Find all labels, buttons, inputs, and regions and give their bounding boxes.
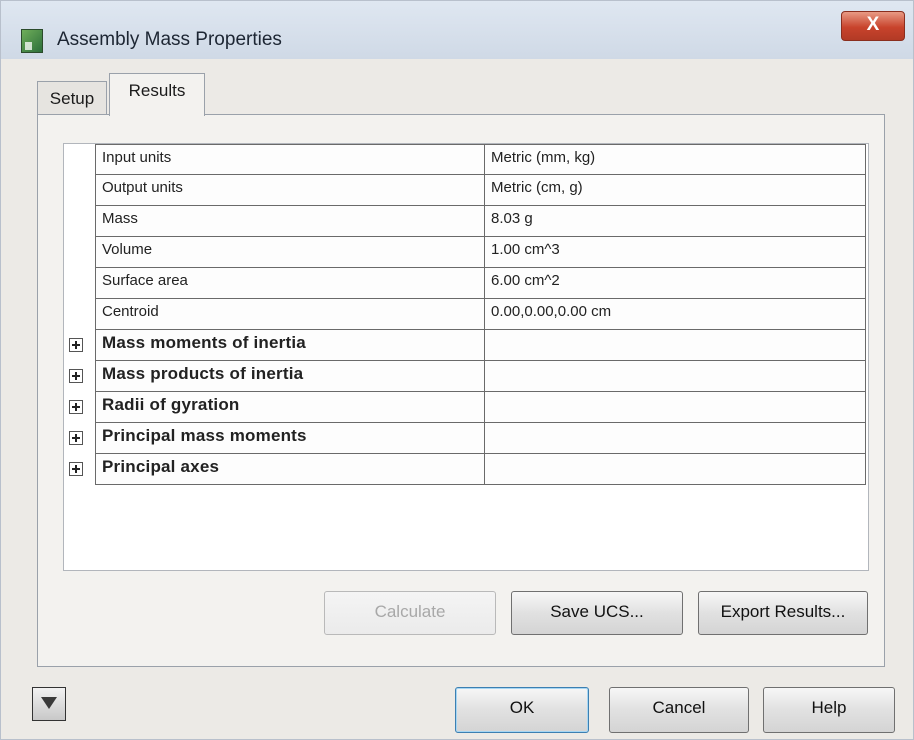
table-row[interactable]: Surface area 6.00 cm^2 — [64, 268, 868, 299]
assembly-app-icon — [21, 29, 43, 53]
property-value — [484, 361, 866, 392]
property-group-name: Mass products of inertia — [95, 361, 485, 392]
tab-setup-label: Setup — [49, 89, 95, 108]
collapse-chevron-icon[interactable] — [32, 687, 66, 721]
dialog-window: Assembly Mass Properties X Setup Results… — [0, 0, 914, 740]
results-grid: Input units Metric (mm, kg) Output units… — [63, 143, 869, 571]
tab-setup[interactable]: Setup — [37, 81, 107, 115]
help-button[interactable]: Help — [763, 687, 895, 733]
save-ucs-button[interactable]: Save UCS... — [511, 591, 683, 635]
calculate-button[interactable]: Calculate — [324, 591, 496, 635]
window-title: Assembly Mass Properties — [57, 29, 282, 50]
cancel-button[interactable]: Cancel — [609, 687, 749, 733]
property-group-name: Principal axes — [95, 454, 485, 485]
property-value — [484, 423, 866, 454]
tab-results[interactable]: Results — [109, 73, 205, 116]
ok-button[interactable]: OK — [455, 687, 589, 733]
table-row[interactable]: Principal axes — [64, 454, 868, 485]
ok-label: OK — [509, 698, 535, 717]
property-value — [484, 392, 866, 423]
property-value — [484, 330, 866, 361]
property-value: 6.00 cm^2 — [484, 268, 866, 299]
cancel-label: Cancel — [652, 698, 706, 717]
property-value: 0.00,0.00,0.00 cm — [484, 299, 866, 330]
property-group-name: Radii of gyration — [95, 392, 485, 423]
table-row[interactable]: Volume 1.00 cm^3 — [64, 237, 868, 268]
property-group-name: Mass moments of inertia — [95, 330, 485, 361]
export-results-button[interactable]: Export Results... — [698, 591, 868, 635]
property-name: Surface area — [95, 268, 485, 299]
table-row[interactable]: Mass products of inertia — [64, 361, 868, 392]
property-name: Centroid — [95, 299, 485, 330]
property-name: Output units — [95, 175, 485, 206]
property-value: Metric (mm, kg) — [484, 144, 866, 175]
table-row[interactable]: Input units Metric (mm, kg) — [64, 144, 868, 175]
title-bar[interactable]: Assembly Mass Properties X — [1, 1, 913, 59]
expand-plus-icon[interactable] — [69, 462, 83, 476]
property-value: 8.03 g — [484, 206, 866, 237]
table-row[interactable]: Mass moments of inertia — [64, 330, 868, 361]
property-value — [484, 454, 866, 485]
table-row[interactable]: Mass 8.03 g — [64, 206, 868, 237]
expand-plus-icon[interactable] — [69, 369, 83, 383]
expand-plus-icon[interactable] — [69, 400, 83, 414]
property-value: 1.00 cm^3 — [484, 237, 866, 268]
close-button[interactable]: X — [841, 11, 905, 41]
tab-results-label: Results — [128, 81, 186, 100]
property-group-name: Principal mass moments — [95, 423, 485, 454]
save-ucs-label: Save UCS... — [550, 602, 644, 621]
help-label: Help — [811, 698, 847, 717]
property-name: Input units — [95, 144, 485, 175]
calculate-label: Calculate — [374, 602, 446, 621]
property-value: Metric (cm, g) — [484, 175, 866, 206]
table-row[interactable]: Output units Metric (cm, g) — [64, 175, 868, 206]
close-icon: X — [866, 14, 880, 35]
table-row[interactable]: Radii of gyration — [64, 392, 868, 423]
table-row[interactable]: Centroid 0.00,0.00,0.00 cm — [64, 299, 868, 330]
expand-plus-icon[interactable] — [69, 431, 83, 445]
property-name: Mass — [95, 206, 485, 237]
export-results-label: Export Results... — [720, 602, 846, 621]
property-name: Volume — [95, 237, 485, 268]
table-row[interactable]: Principal mass moments — [64, 423, 868, 454]
expand-plus-icon[interactable] — [69, 338, 83, 352]
